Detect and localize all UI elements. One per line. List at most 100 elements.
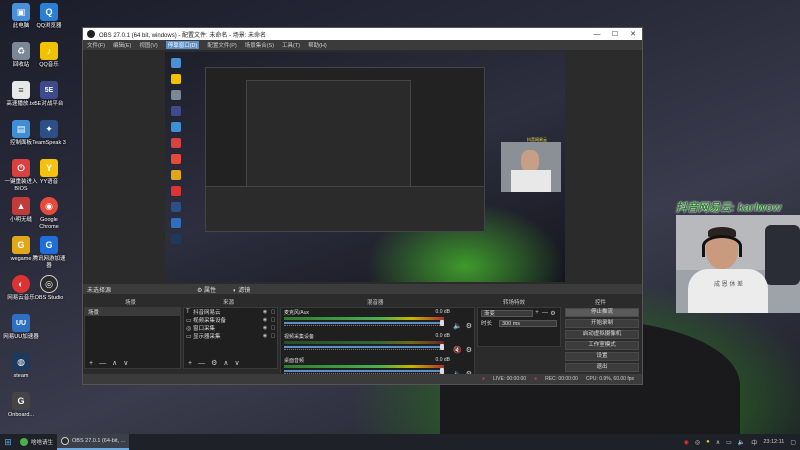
source-item[interactable]: T 抖音网易云 ◉ ▢ — [184, 308, 277, 316]
stop-streaming-button[interactable]: 停止推流 — [565, 308, 639, 317]
properties-button[interactable]: ⚙ 属性 — [197, 285, 216, 294]
onboard-icon: G — [12, 392, 30, 410]
notification-icon[interactable]: ▢ — [790, 439, 796, 446]
tray-app-icon[interactable]: ● — [706, 439, 710, 445]
source-item-label: 视频采集设备 — [193, 318, 227, 324]
desktop-icon-onboard[interactable]: G Onboard... — [2, 392, 40, 419]
cpu-fps: CPU: 0.9%, 60.00 fps — [585, 376, 634, 382]
sources-panel: T 抖音网易云 ◉ ▢ ▭ 视频采集设备 ◉ ▢ ◎ 窗口采集 ◉ ▢ ▭ 显示器采集 ◉ ▢ + — ⚙ ∧… — [183, 307, 278, 369]
menu-docks[interactable]: 停靠窗口(D) — [165, 41, 200, 49]
obs-titlebar[interactable]: OBS 27.0.1 (64 bit, windows) - 配置文件: 未命名… — [83, 28, 642, 40]
eye-icon[interactable]: ◉ — [261, 309, 269, 315]
move-up-icon[interactable]: ∧ — [223, 359, 228, 367]
lock-icon[interactable]: ▢ — [269, 325, 277, 331]
desktop-icon-yy[interactable]: Y YY语音 — [30, 159, 68, 186]
taskbar: ⊞ 啥啥请生 OBS 27.0.1 (64-bit, ... ◉ ◎ ● ∧ ▭… — [0, 434, 800, 450]
taskbar-item-obs[interactable]: OBS 27.0.1 (64-bit, ... — [57, 434, 130, 450]
studio-mode-button[interactable]: 工作室模式 — [565, 341, 639, 350]
tray-app-icon[interactable]: ◉ — [684, 439, 689, 446]
display-source-icon: ▭ — [186, 333, 192, 340]
move-down-icon[interactable]: ∨ — [235, 359, 240, 367]
eye-icon[interactable]: ◉ — [261, 325, 269, 331]
menu-view[interactable]: 视图(V) — [139, 41, 157, 49]
mixer-channel-db: 0.0 dB — [435, 309, 450, 315]
live-indicator-icon: ● — [481, 376, 485, 382]
start-virtual-camera-button[interactable]: 启动虚拟摄像机 — [565, 330, 639, 339]
source-item[interactable]: ◎ 窗口采集 ◉ ▢ — [184, 324, 277, 332]
chevron-up-icon[interactable]: ∧ — [716, 439, 720, 446]
scene-item[interactable]: 场景 — [85, 308, 180, 316]
start-recording-button[interactable]: 开始录制 — [565, 319, 639, 328]
minimize-icon[interactable]: — — [588, 31, 606, 38]
volume-slider[interactable] — [284, 320, 444, 326]
taskbar-item[interactable]: 啥啥请生 — [16, 434, 57, 450]
desktop-icon-teamspeak[interactable]: ✦ TeamSpeak 3 — [30, 120, 68, 147]
windows-start-icon[interactable]: ⊞ — [0, 434, 16, 450]
speaker-muted-icon[interactable]: 🔇 — [453, 346, 462, 354]
desktop-icon-label: QQ音乐 — [39, 62, 59, 68]
eye-icon[interactable]: ◉ — [261, 333, 269, 339]
desktop-icon-steam[interactable]: ◍ steam — [2, 353, 40, 380]
desktop-icon-uu[interactable]: UU 网易UU加速器 — [2, 314, 40, 341]
source-item[interactable]: ▭ 视频采集设备 ◉ ▢ — [184, 316, 277, 324]
control-panel-icon: ▤ — [12, 120, 30, 138]
volume-meter — [284, 317, 444, 320]
add-icon[interactable]: + — [89, 360, 93, 367]
gear-icon[interactable]: ⚙ — [211, 359, 217, 367]
lock-icon[interactable]: ▢ — [269, 309, 277, 315]
lock-icon[interactable]: ▢ — [269, 317, 277, 323]
filters-button[interactable]: ◐ 滤镜 — [233, 285, 250, 294]
tray-app-icon[interactable]: ◎ — [695, 439, 700, 446]
volume-icon[interactable]: 🔈 — [738, 439, 745, 446]
taskbar-item-label: 啥啥请生 — [31, 440, 54, 446]
volume-slider[interactable] — [284, 368, 444, 374]
network-icon[interactable]: ▭ — [726, 439, 732, 446]
gear-icon[interactable]: ⚙ — [466, 346, 472, 354]
remove-icon[interactable]: — — [99, 360, 106, 367]
source-item[interactable]: ▭ 显示器采集 ◉ ▢ — [184, 332, 277, 340]
mixer-dock-title: 混音器 — [367, 300, 384, 306]
add-icon[interactable]: + — [188, 360, 192, 367]
lock-icon[interactable]: ▢ — [269, 333, 277, 339]
add-icon[interactable]: + — [533, 310, 541, 316]
preview-canvas[interactable]: 抖音网易云 — [165, 52, 565, 282]
exit-button[interactable]: 退出 — [565, 363, 639, 372]
desktop-icon-5e[interactable]: 5E 5E对战平台 — [30, 81, 68, 108]
desktop-icon-tencent-accelerator[interactable]: G 腾讯网游加速器 — [30, 236, 68, 270]
mixer-panel: 麦克风/Aux 0.0 dB 🔈 ⚙ 视频采集设备 0.0 dB 🔇 ⚙ 桌面音… — [280, 307, 475, 383]
uu-accelerator-icon: UU — [12, 314, 30, 332]
desktop-icon-label: 5E对战平台 — [34, 101, 64, 107]
eye-icon[interactable]: ◉ — [261, 317, 269, 323]
desktop-icon-qq-browser[interactable]: Q QQ浏览器 — [30, 3, 68, 30]
menu-edit[interactable]: 编辑(E) — [113, 41, 131, 49]
ime-icon[interactable]: 中 — [751, 438, 757, 447]
desktop-icon-label: QQ浏览器 — [36, 23, 62, 29]
remove-icon[interactable]: — — [198, 360, 205, 367]
remove-icon[interactable]: — — [541, 310, 549, 316]
mixer-channel: 麦克风/Aux 0.0 dB 🔈 ⚙ — [281, 308, 474, 332]
maximize-icon[interactable]: ☐ — [606, 30, 624, 38]
desktop-icon-obs[interactable]: ◎ OBS Studio — [30, 275, 68, 302]
duration-input[interactable]: 300 ms — [499, 319, 557, 327]
menu-help[interactable]: 帮助(H) — [308, 41, 327, 49]
transition-select[interactable]: 渐变 — [481, 309, 533, 317]
gear-icon[interactable]: ⚙ — [549, 310, 557, 317]
menu-profile[interactable]: 配置文件(P) — [207, 41, 236, 49]
menu-scene-collection[interactable]: 场景集合(S) — [245, 41, 274, 49]
desktop-icon-chrome[interactable]: ◉ Google Chrome — [30, 197, 68, 231]
move-down-icon[interactable]: ∨ — [123, 359, 128, 367]
gear-icon[interactable]: ⚙ — [466, 322, 472, 330]
menu-tools[interactable]: 工具(T) — [282, 41, 300, 49]
sources-footer: + — ⚙ ∧ ∨ — [184, 358, 277, 368]
desktop-icon-label: Onboard... — [8, 412, 34, 418]
volume-slider[interactable] — [284, 344, 444, 350]
close-icon[interactable]: ✕ — [624, 30, 642, 38]
move-up-icon[interactable]: ∧ — [112, 359, 117, 367]
clock[interactable]: 23:12:11 — [763, 439, 784, 445]
speaker-icon[interactable]: 🔈 — [453, 322, 462, 330]
desktop-icon-qq-music[interactable]: ♪ QQ音乐 — [30, 42, 68, 69]
source-toolbar: 未选择源 ⚙ 属性 ◐ 滤镜 — [83, 284, 642, 294]
menu-file[interactable]: 文件(F) — [87, 41, 105, 49]
scenes-dock-title: 场景 — [125, 300, 137, 306]
settings-button[interactable]: 设置 — [565, 352, 639, 361]
